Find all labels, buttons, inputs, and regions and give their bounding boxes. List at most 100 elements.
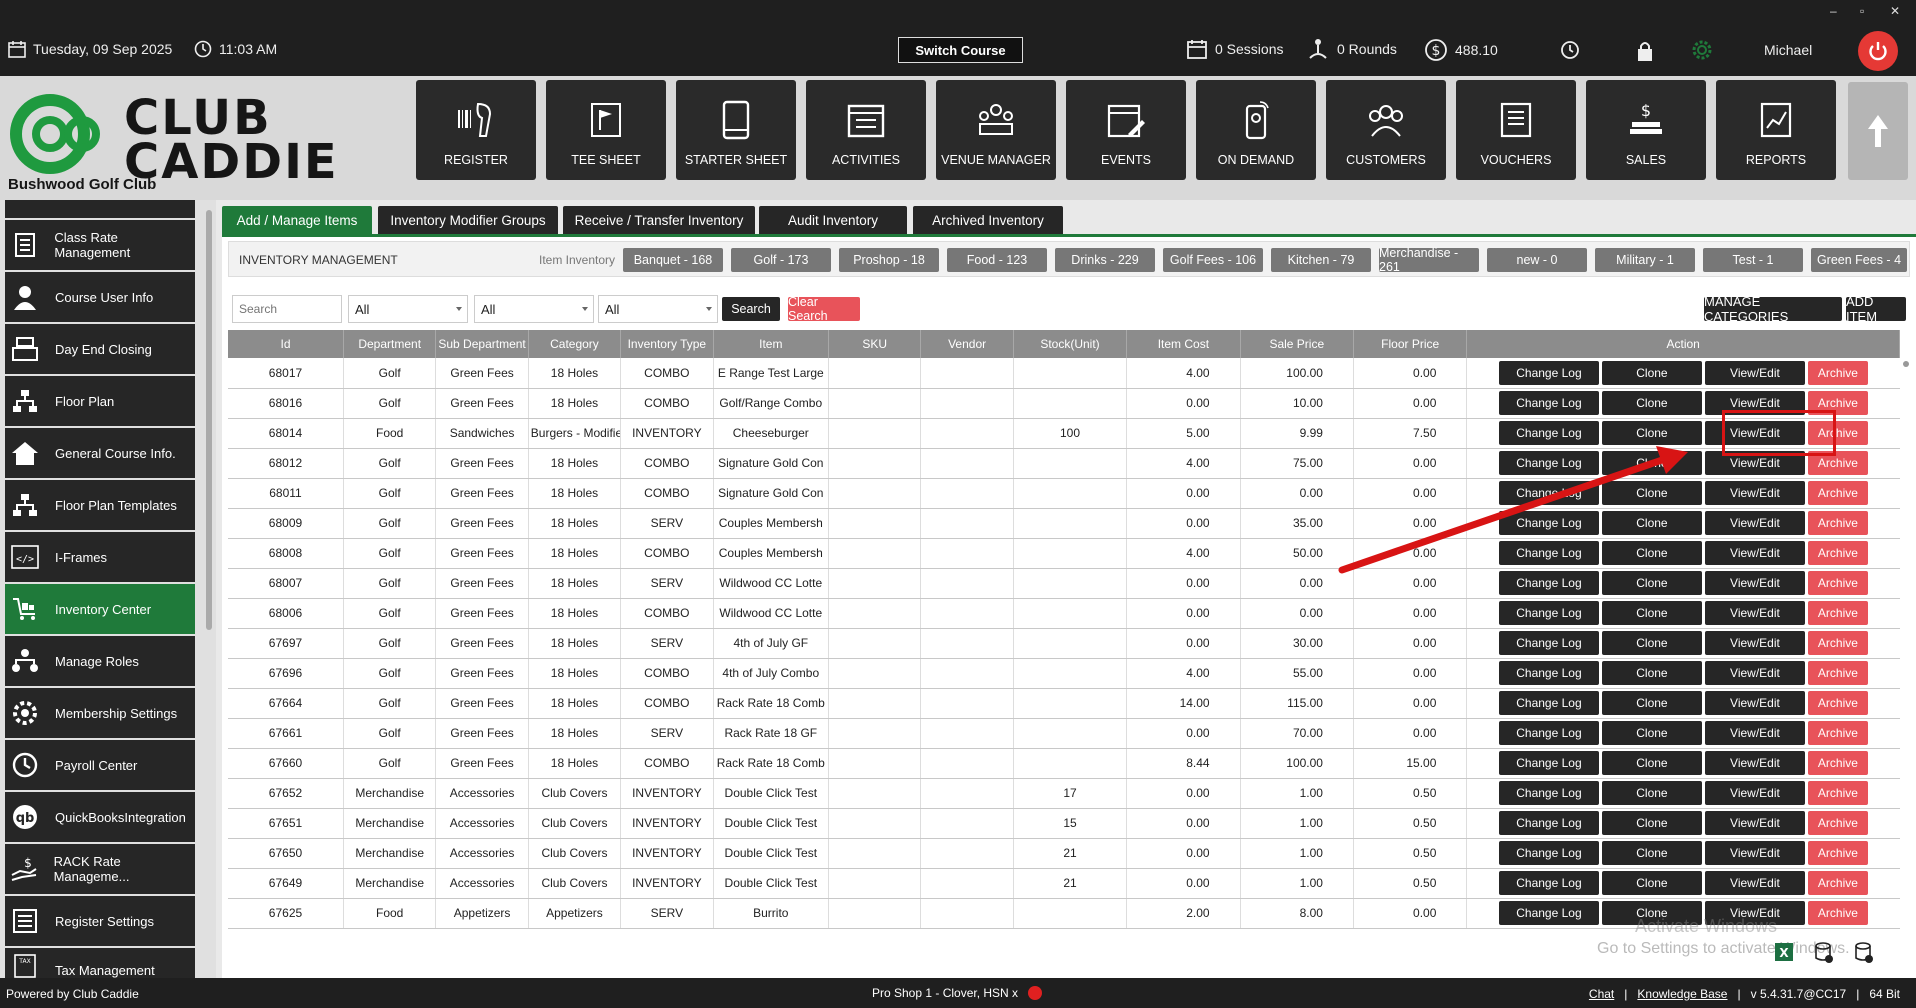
change-log-button[interactable]: Change Log — [1498, 391, 1599, 415]
clone-button[interactable]: Clone — [1601, 841, 1702, 865]
sidebar-item-tax-management[interactable]: TAX Tax Management — [5, 948, 195, 978]
sidebar-item-iframes[interactable]: </> I-Frames — [5, 532, 195, 582]
sessions-display[interactable]: 0 Sessions — [1186, 38, 1283, 60]
sidebar-item-quickbooks[interactable]: qb QuickBooksIntegration — [5, 792, 195, 842]
change-log-button[interactable]: Change Log — [1498, 360, 1599, 385]
category-chip[interactable]: Golf - 173 — [731, 248, 831, 272]
view-edit-button[interactable]: View/Edit — [1704, 841, 1805, 865]
table-row[interactable]: 68009 Golf Green Fees 18 Holes SERV Couples M… — [228, 508, 1900, 539]
view-edit-button[interactable]: View/Edit — [1704, 871, 1805, 895]
clone-button[interactable]: Clone — [1601, 571, 1702, 595]
sidebar-item-manage-roles[interactable]: Manage Roles — [5, 636, 195, 686]
column-header[interactable]: Item Cost — [1126, 330, 1241, 358]
sidebar-item-inventory-center[interactable]: Inventory Center — [5, 584, 195, 634]
nav-on-demand[interactable]: ON DEMAND — [1196, 80, 1316, 180]
database-settings-icon[interactable] — [1854, 942, 1874, 964]
archive-button[interactable]: Archive — [1807, 360, 1868, 385]
clone-button[interactable]: Clone — [1601, 421, 1702, 445]
archive-button[interactable]: Archive — [1807, 841, 1868, 865]
nav-sales[interactable]: $ SALES — [1586, 80, 1706, 180]
add-item-button[interactable]: ADD ITEM — [1846, 294, 1906, 324]
sidebar-item-class-rate[interactable]: Class Rate Management — [5, 220, 195, 270]
table-row[interactable]: 68017 Golf Green Fees 18 Holes COMBO E Range … — [228, 358, 1900, 389]
category-chip[interactable]: Test - 1 — [1703, 248, 1803, 272]
nav-vouchers[interactable]: VOUCHERS — [1456, 80, 1576, 180]
archive-button[interactable]: Archive — [1807, 721, 1868, 745]
category-chip[interactable]: Food - 123 — [947, 248, 1047, 272]
table-row[interactable]: 67651 Merchandise Accessories Club Covers IN… — [228, 808, 1900, 839]
category-chip[interactable]: Golf Fees - 106 — [1163, 248, 1263, 272]
sidebar-scrollbar[interactable] — [206, 210, 212, 630]
category-chip[interactable]: Banquet - 168 — [623, 248, 723, 272]
nav-reports[interactable]: REPORTS — [1716, 80, 1836, 180]
table-row[interactable]: 67652 Merchandise Accessories Club Covers IN… — [228, 778, 1900, 809]
scroll-up-arrow-icon[interactable] — [1903, 361, 1909, 367]
view-edit-button[interactable]: View/Edit — [1704, 541, 1805, 565]
archive-button[interactable]: Archive — [1807, 901, 1868, 925]
nav-events[interactable]: EVENTS — [1066, 80, 1186, 180]
department-select[interactable]: All — [348, 295, 468, 323]
column-header[interactable]: Department — [343, 330, 437, 358]
archive-button[interactable]: Archive — [1807, 541, 1868, 565]
close-window-icon[interactable]: ✕ — [1890, 4, 1900, 18]
sidebar-item-day-end-closing[interactable]: Day End Closing — [5, 324, 195, 374]
category-chip[interactable]: Drinks - 229 — [1055, 248, 1155, 272]
change-log-button[interactable]: Change Log — [1498, 511, 1599, 535]
sidebar-item-general-course-info[interactable]: General Course Info. — [5, 428, 195, 478]
clone-button[interactable]: Clone — [1601, 721, 1702, 745]
change-log-button[interactable]: Change Log — [1498, 541, 1599, 565]
column-header[interactable]: SKU — [828, 330, 922, 358]
category-chip[interactable]: Merchandise - 261 — [1379, 246, 1479, 274]
clone-button[interactable]: Clone — [1601, 871, 1702, 895]
sidebar-item-prev[interactable] — [5, 200, 195, 218]
clone-button[interactable]: Clone — [1601, 631, 1702, 655]
nav-register[interactable]: REGISTER — [416, 80, 536, 180]
knowledge-base-link[interactable]: Knowledge Base — [1637, 987, 1727, 1001]
table-row[interactable]: 68006 Golf Green Fees 18 Holes COMBO Wildwood… — [228, 598, 1900, 629]
nav-activities[interactable]: ACTIVITIES — [806, 80, 926, 180]
view-edit-button[interactable]: View/Edit — [1704, 781, 1805, 805]
table-row[interactable]: 68014FoodSandwichesBurgers - Modifier TI… — [228, 418, 1900, 449]
restore-icon[interactable]: ▫ — [1860, 4, 1864, 18]
search-input[interactable] — [232, 295, 342, 323]
clone-button[interactable]: Clone — [1601, 481, 1702, 505]
database-add-icon[interactable] — [1814, 942, 1834, 964]
column-header[interactable]: Inventory Type — [620, 330, 714, 358]
clone-button[interactable]: Clone — [1601, 781, 1702, 805]
change-log-button[interactable]: Change Log — [1498, 571, 1599, 595]
sidebar-item-rack-rate[interactable]: $ RACK Rate Manageme... — [5, 844, 195, 894]
table-row[interactable]: 67661 Golf Green Fees 18 Holes SERV Rack Rate… — [228, 718, 1900, 749]
sidebar-item-register-settings[interactable]: Register Settings — [5, 896, 195, 946]
settings-gear-icon[interactable] — [1690, 38, 1714, 62]
user-name[interactable]: Michael — [1764, 42, 1812, 58]
change-log-button[interactable]: Change Log — [1498, 481, 1599, 505]
change-log-button[interactable]: Change Log — [1498, 421, 1599, 445]
category-select[interactable]: All — [598, 295, 718, 323]
archive-button[interactable]: Archive — [1807, 631, 1868, 655]
nav-customers[interactable]: CUSTOMERS — [1326, 80, 1446, 180]
manage-categories-button[interactable]: MANAGE CATEGORIES — [1704, 294, 1842, 324]
clear-search-button[interactable]: Clear Search — [788, 295, 860, 323]
view-edit-button[interactable]: View/Edit — [1704, 631, 1805, 655]
sidebar-item-membership-settings[interactable]: Membership Settings — [5, 688, 195, 738]
clone-button[interactable]: Clone — [1601, 451, 1702, 475]
clone-button[interactable]: Clone — [1601, 691, 1702, 715]
sidebar-item-payroll-center[interactable]: Payroll Center — [5, 740, 195, 790]
change-log-button[interactable]: Change Log — [1498, 721, 1599, 745]
power-icon[interactable] — [1858, 31, 1898, 71]
archive-button[interactable]: Archive — [1807, 811, 1868, 835]
category-chip[interactable]: new - 0 — [1487, 248, 1587, 272]
nav-starter-sheet[interactable]: STARTER SHEET — [676, 80, 796, 180]
archive-button[interactable]: Archive — [1807, 691, 1868, 715]
sidebar-item-floor-plan[interactable]: Floor Plan — [5, 376, 195, 426]
column-header[interactable]: Stock(Unit) — [1013, 330, 1128, 358]
archive-button[interactable]: Archive — [1807, 601, 1868, 625]
change-log-button[interactable]: Change Log — [1498, 841, 1599, 865]
archive-button[interactable]: Archive — [1807, 871, 1868, 895]
category-chip[interactable]: Green Fees - 4 — [1811, 248, 1907, 272]
column-header[interactable]: Sale Price — [1240, 330, 1354, 358]
sidebar-item-course-user-info[interactable]: Course User Info — [5, 272, 195, 322]
table-row[interactable]: 68008 Golf Green Fees 18 Holes COMBO Couples … — [228, 538, 1900, 569]
lock-icon[interactable] — [1636, 40, 1654, 62]
table-row[interactable]: 67660 Golf Green Fees 18 Holes COMBO Rack Rat… — [228, 748, 1900, 779]
